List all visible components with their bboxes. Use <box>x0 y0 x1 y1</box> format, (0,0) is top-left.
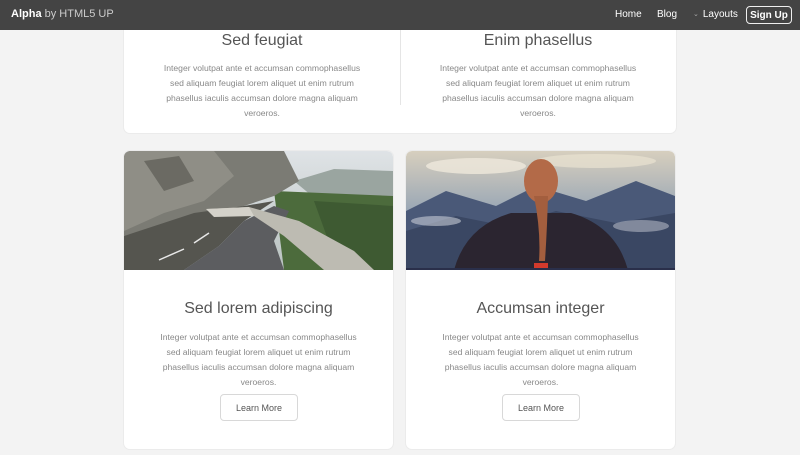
article-card: Sed lorem adipiscing Integer volutpat an… <box>124 151 393 449</box>
brand-name: Alpha <box>11 8 42 20</box>
nav-layouts-dropdown[interactable]: ⌄ Layouts <box>693 9 738 20</box>
card-title: Accumsan integer <box>476 300 605 317</box>
site-header: Alpha by HTML5 UP Home Blog ⌄ Layouts Sig… <box>0 0 800 30</box>
woman-braid-image[interactable] <box>406 151 675 270</box>
feature-body: Integer volutpat ante et accumsan commop… <box>163 63 361 118</box>
brand-byline: by HTML5 UP <box>44 8 114 20</box>
learn-more-button[interactable]: Learn More <box>220 394 298 421</box>
nav-layouts-label: Layouts <box>702 9 738 20</box>
article-card: Accumsan integer Integer volutpat ante e… <box>406 151 675 449</box>
card-title: Sed lorem adipiscing <box>184 300 333 317</box>
mountain-road-image[interactable] <box>124 151 393 270</box>
feature-body: Integer volutpat ante et accumsan commop… <box>439 63 637 118</box>
signup-button[interactable]: Sign Up <box>746 6 792 24</box>
feature-title: Sed feugiat <box>221 32 303 49</box>
chevron-down-icon: ⌄ <box>693 11 699 18</box>
column-divider <box>400 30 401 105</box>
feature-title: Enim phasellus <box>483 32 593 49</box>
brand-logo[interactable]: Alpha by HTML5 UP <box>11 8 114 20</box>
card-body: Integer volutpat ante et accumsan commop… <box>442 332 639 387</box>
card-body: Integer volutpat ante et accumsan commop… <box>160 332 357 387</box>
learn-more-button[interactable]: Learn More <box>502 394 580 421</box>
nav-blog-link[interactable]: Blog <box>657 9 677 20</box>
nav-home-link[interactable]: Home <box>615 9 642 20</box>
